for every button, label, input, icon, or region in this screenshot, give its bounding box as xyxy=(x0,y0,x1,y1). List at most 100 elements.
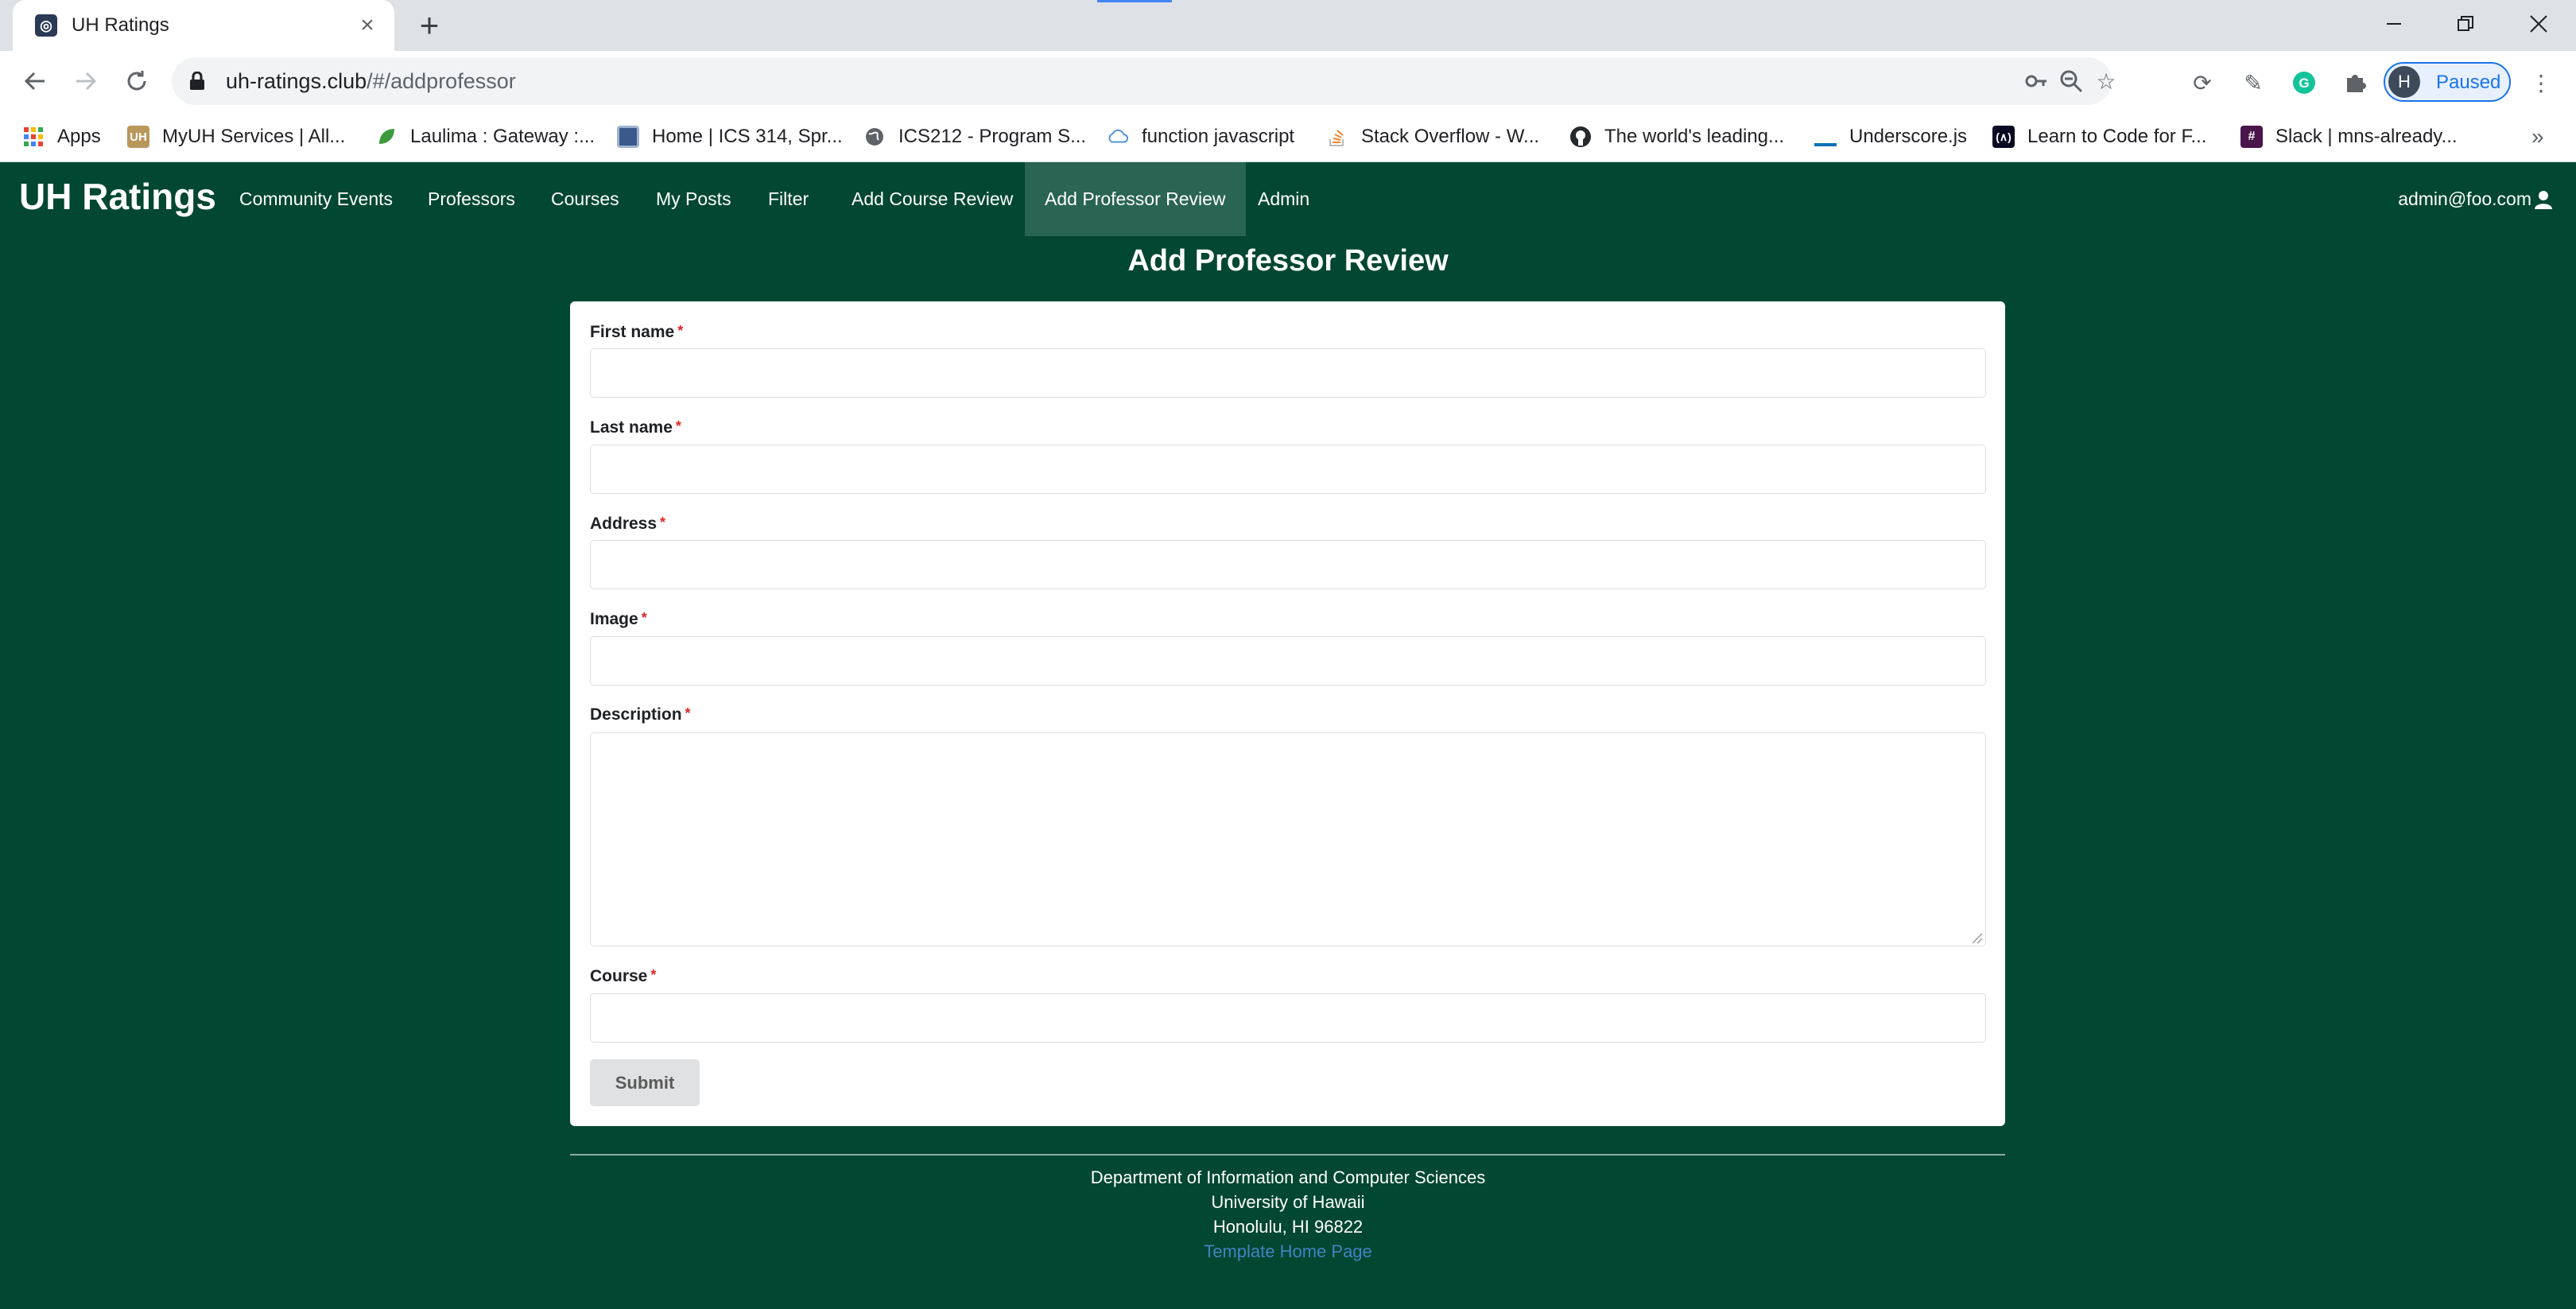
kebab-menu-icon[interactable]: ⋮ xyxy=(2527,68,2555,97)
globe-icon xyxy=(863,126,886,148)
bookmark-ics212[interactable]: ICS212 - Program S... xyxy=(863,111,1086,162)
resize-grip-icon[interactable] xyxy=(1970,931,1983,944)
first-name-label-text: First name xyxy=(590,323,675,341)
footer-divider xyxy=(570,1154,2005,1156)
address-label: Address * xyxy=(590,515,665,534)
submit-button[interactable]: Submit xyxy=(590,1059,700,1106)
bookmark-underscore[interactable]: Underscore.js xyxy=(1814,111,1967,162)
nav-add-course-review[interactable]: Add Course Review xyxy=(832,162,1033,236)
profile-button[interactable]: H Paused xyxy=(2384,62,2511,102)
brand-logo[interactable]: UH Ratings xyxy=(19,175,216,218)
image-label: Image * xyxy=(590,610,647,629)
bookmark-freecodecamp[interactable]: (∧) Learn to Code for F... xyxy=(1992,111,2206,162)
bookmark-ics314[interactable]: Home | ICS 314, Spr... xyxy=(617,111,843,162)
last-name-label-text: Last name xyxy=(590,418,673,437)
page-title: Add Professor Review xyxy=(1127,244,1449,278)
address-label-text: Address xyxy=(590,515,658,533)
course-label-text: Course xyxy=(590,967,648,985)
profile-status: Paused xyxy=(2436,72,2501,93)
loading-indicator xyxy=(1097,0,1172,2)
image-input[interactable] xyxy=(590,636,1986,686)
browser-tab[interactable]: ◎ UH Ratings × xyxy=(13,0,394,51)
browser-tabstrip: ◎ UH Ratings × + xyxy=(0,0,2576,51)
required-marker: * xyxy=(660,515,666,530)
eyedropper-extension-icon[interactable]: ✎ xyxy=(2239,68,2268,97)
uh-logo-icon: UH xyxy=(127,126,149,148)
browser-toolbar: uh-ratings.club/#/addprofessor ☆ ⟳ ✎ G H… xyxy=(0,51,2576,111)
bookmark-function-js[interactable]: function javascript xyxy=(1107,111,1294,162)
more-bookmarks-chevron-icon[interactable]: » xyxy=(2531,111,2544,162)
bookmark-laulima[interactable]: Laulima : Gateway :... xyxy=(375,111,595,162)
sync-extension-icon[interactable]: ⟳ xyxy=(2188,68,2217,97)
user-menu[interactable]: admin@foo.com xyxy=(2398,162,2552,236)
grammarly-icon[interactable]: G xyxy=(2290,68,2318,97)
add-professor-form: First name * Last name * Address * Image * D… xyxy=(570,301,2005,1126)
back-arrow-icon[interactable] xyxy=(16,62,54,100)
template-home-link[interactable]: Template Home Page xyxy=(1204,1241,1372,1261)
new-tab-button[interactable]: + xyxy=(412,6,447,44)
last-name-label: Last name * xyxy=(590,418,681,437)
address-bar[interactable]: uh-ratings.club/#/addprofessor ☆ xyxy=(172,57,2116,105)
nav-admin[interactable]: Admin xyxy=(1238,162,1329,236)
last-name-input[interactable] xyxy=(590,445,1986,494)
image-label-text: Image xyxy=(590,610,638,628)
address-input[interactable] xyxy=(590,540,1986,589)
key-icon[interactable] xyxy=(2023,68,2050,95)
bookmark-stackoverflow[interactable]: Stack Overflow - W... xyxy=(1326,111,1539,162)
nav-professors[interactable]: Professors xyxy=(408,162,535,236)
bookmark-label: Home | ICS 314, Spr... xyxy=(652,126,843,147)
restore-window-button[interactable] xyxy=(2430,0,2501,48)
nav-community-events[interactable]: Community Events xyxy=(219,162,413,236)
url-path: /#/addprofessor xyxy=(367,69,516,93)
forward-arrow-icon[interactable] xyxy=(67,62,105,100)
site-favicon-icon: ◎ xyxy=(35,14,57,37)
first-name-label: First name * xyxy=(590,323,683,342)
bookmark-slack[interactable]: # Slack | mns-already... xyxy=(2240,111,2458,162)
bookmark-label: Slack | mns-already... xyxy=(2275,126,2458,147)
user-icon xyxy=(2535,190,2552,209)
extensions-puzzle-icon[interactable] xyxy=(2341,68,2369,97)
url-text: uh-ratings.club/#/addprofessor xyxy=(226,69,516,94)
reload-icon[interactable] xyxy=(118,62,156,100)
bookmark-label: function javascript xyxy=(1142,126,1295,147)
footer-address: Honolulu, HI 96822 xyxy=(1212,1217,1364,1237)
svg-text:G: G xyxy=(2299,76,2309,91)
footer-link-row: Template Home Page xyxy=(0,1241,2576,1262)
leaf-icon xyxy=(375,126,398,148)
apps-grid-icon xyxy=(22,126,45,148)
bookmark-github[interactable]: The world's leading... xyxy=(1569,111,1784,162)
lock-icon xyxy=(190,72,204,90)
bookmarks-bar: Apps UH MyUH Services | All... Laulima :… xyxy=(0,111,2576,162)
bookmark-apps[interactable]: Apps xyxy=(22,111,101,162)
first-name-input[interactable] xyxy=(590,348,1986,398)
url-host: uh-ratings.club xyxy=(226,69,367,93)
bookmark-label: Stack Overflow - W... xyxy=(1361,126,1540,147)
square-icon xyxy=(617,126,639,148)
required-marker: * xyxy=(650,967,657,983)
required-marker: * xyxy=(675,418,681,434)
description-textarea[interactable] xyxy=(590,732,1986,946)
bookmark-myuh[interactable]: UH MyUH Services | All... xyxy=(127,111,345,162)
close-tab-icon[interactable]: × xyxy=(351,10,383,41)
bookmark-label: Underscore.js xyxy=(1849,126,1968,147)
course-label: Course * xyxy=(590,967,656,986)
required-marker: * xyxy=(677,323,684,339)
nav-courses[interactable]: Courses xyxy=(531,162,639,236)
bookmark-label: Apps xyxy=(57,126,101,147)
course-input[interactable] xyxy=(590,993,1986,1043)
nav-my-posts[interactable]: My Posts xyxy=(636,162,751,236)
nav-add-professor-review[interactable]: Add Professor Review xyxy=(1025,162,1246,236)
stackoverflow-icon xyxy=(1326,126,1348,148)
description-label: Description * xyxy=(590,705,691,724)
bookmark-star-icon[interactable]: ☆ xyxy=(2093,68,2120,95)
tab-title: UH Ratings xyxy=(72,14,169,36)
underscore-icon xyxy=(1814,126,1837,148)
user-email: admin@foo.com xyxy=(2398,188,2531,209)
minimize-window-button[interactable] xyxy=(2358,0,2430,48)
zoom-out-icon[interactable] xyxy=(2058,68,2085,95)
required-marker: * xyxy=(685,705,691,721)
close-window-button[interactable] xyxy=(2503,0,2574,48)
bookmark-label: Laulima : Gateway :... xyxy=(410,126,596,147)
nav-filter[interactable]: Filter xyxy=(748,162,828,236)
description-label-text: Description xyxy=(590,705,682,724)
